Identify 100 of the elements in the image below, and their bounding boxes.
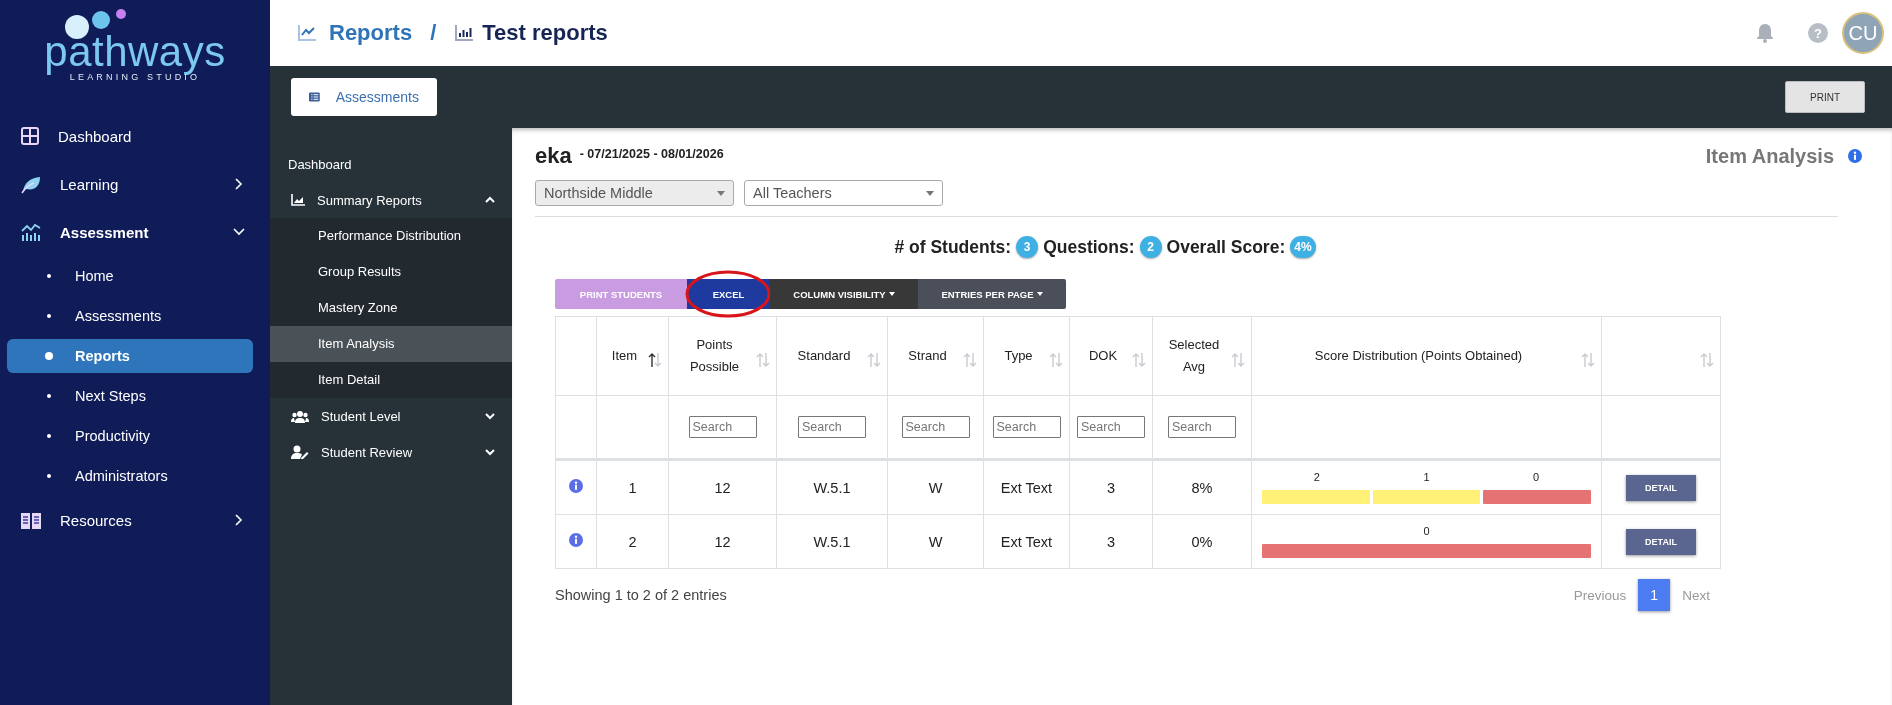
filter-dropdown[interactable]: All Teachers <box>744 180 943 206</box>
table-action-button[interactable]: EXCEL <box>687 279 770 309</box>
bar-chart-icon <box>20 222 42 242</box>
column-header[interactable]: Selected Avg <box>1152 316 1252 396</box>
list-icon <box>309 91 320 103</box>
bell-icon[interactable] <box>1756 23 1774 43</box>
table-cell: 2 <box>596 514 669 569</box>
table-cell: W.5.1 <box>776 459 888 515</box>
stat-badge: 2 <box>1139 236 1162 258</box>
column-header[interactable]: Standard <box>776 316 888 396</box>
stat-label: Overall Score: <box>1166 236 1286 258</box>
nav-subitem[interactable]: Home <box>7 259 253 293</box>
bullet-icon <box>47 394 51 398</box>
search-field[interactable]: Search <box>992 416 1061 438</box>
search-field[interactable]: Search <box>798 416 866 438</box>
nav-subitem[interactable]: Next Steps <box>7 379 253 413</box>
grid-icon <box>20 126 40 146</box>
score-label: 2 <box>1313 471 1320 483</box>
table-cell: 1 <box>596 459 669 515</box>
search-field[interactable]: Search <box>688 416 757 438</box>
score-label: 1 <box>1423 471 1430 483</box>
report-menu-subitem[interactable]: Item Analysis <box>270 326 512 362</box>
table-cell: 3 <box>1069 459 1153 515</box>
table-cell: W.5.1 <box>776 514 888 569</box>
info-icon[interactable] <box>569 479 583 493</box>
table-cell: 12 <box>668 459 777 515</box>
bar-chart-icon <box>454 24 475 42</box>
line-chart-icon <box>297 24 317 42</box>
date-range: - 07/21/2025 - 08/01/2026 <box>579 147 724 161</box>
report-menu-subitem[interactable]: Group Results <box>270 254 512 290</box>
info-icon[interactable] <box>569 533 583 547</box>
report-menu-subitem[interactable]: Performance Distribution <box>270 218 512 254</box>
report-menu-item[interactable]: Student Level <box>270 398 512 434</box>
breadcrumb-separator: / <box>430 20 437 46</box>
caret-icon <box>717 190 725 196</box>
entries-info: Showing 1 to 2 of 2 entries <box>555 587 727 603</box>
user-edit-icon <box>291 445 309 459</box>
table-cell: 3 <box>1069 514 1153 569</box>
detail-button[interactable]: DETAIL <box>1626 474 1696 501</box>
column-header[interactable]: Strand <box>887 316 984 396</box>
area-chart-icon <box>291 194 305 206</box>
table-cell: W <box>887 514 984 569</box>
bullet-icon <box>47 474 51 478</box>
column-header[interactable]: Score Distribution (Points Obtained) <box>1251 316 1602 396</box>
info-icon[interactable] <box>1848 149 1862 163</box>
bullet-icon <box>47 274 51 278</box>
users-icon <box>291 409 309 423</box>
assessments-button[interactable]: Assessments <box>291 78 437 116</box>
table-cell: W <box>887 459 984 515</box>
table-cell: 8% <box>1152 459 1252 515</box>
nav-subitem[interactable]: Administrators <box>7 459 253 493</box>
detail-button[interactable]: DETAIL <box>1626 528 1696 555</box>
nav-item[interactable]: Dashboard <box>0 112 270 160</box>
score-label: 0 <box>1533 471 1540 483</box>
stat-label: # of Students: <box>894 236 1012 258</box>
report-menu-item[interactable]: Student Review <box>270 434 512 470</box>
nav-subitem[interactable]: Assessments <box>7 299 253 333</box>
stat-badge: 4% <box>1290 236 1316 258</box>
column-header[interactable]: Points Possible <box>668 316 777 396</box>
table-cell: 12 <box>668 514 777 569</box>
table-cell: Ext Text <box>983 459 1070 515</box>
page-button[interactable]: 1 <box>1638 579 1671 611</box>
table-cell: 0% <box>1152 514 1252 569</box>
page-title: Test reports <box>482 20 608 46</box>
breadcrumb-link[interactable]: Reports <box>329 20 413 46</box>
book-icon <box>20 510 42 530</box>
nav-item[interactable]: Resources <box>0 496 270 544</box>
report-name: eka <box>535 143 572 169</box>
search-field[interactable]: Search <box>1077 416 1145 438</box>
column-header[interactable]: Item <box>596 316 669 396</box>
sort-icon[interactable] <box>648 352 662 368</box>
chevron-icon <box>485 412 495 420</box>
table-cell: Ext Text <box>983 514 1070 569</box>
brand-name: pathways <box>44 30 226 74</box>
caret-icon <box>926 190 934 196</box>
bullet-icon <box>45 352 53 360</box>
nav-subitem[interactable]: Reports <box>7 339 253 373</box>
bullet-icon <box>47 314 51 318</box>
leaf-icon <box>20 174 42 194</box>
table-action-button[interactable]: ENTRIES PER PAGE <box>918 279 1066 309</box>
report-menu-subitem[interactable]: Mastery Zone <box>270 290 512 326</box>
bullet-icon <box>47 434 51 438</box>
search-field[interactable]: Search <box>901 416 970 438</box>
chevron-icon <box>485 196 495 204</box>
print-button[interactable]: PRINT <box>1785 81 1865 113</box>
report-title: Item Analysis <box>1705 144 1834 168</box>
column-header[interactable]: DOK <box>1069 316 1153 396</box>
report-menu-subitem[interactable]: Item Detail <box>270 362 512 398</box>
nav-item[interactable]: Assessment <box>0 208 270 256</box>
report-menu-item[interactable]: Summary Reports <box>270 182 512 218</box>
search-field[interactable]: Search <box>1168 416 1236 438</box>
column-header[interactable]: Type <box>983 316 1070 396</box>
stat-label: Questions: <box>1043 236 1135 258</box>
report-menu-item[interactable]: Dashboard <box>270 146 512 182</box>
nav-subitem[interactable]: Productivity <box>7 419 253 453</box>
score-label: 0 <box>1423 525 1430 537</box>
chevron-icon <box>485 448 495 456</box>
nav-item[interactable]: Learning <box>0 160 270 208</box>
stat-badge: 3 <box>1016 236 1039 258</box>
table-action-button[interactable]: COLUMN VISIBILITY <box>770 279 918 309</box>
